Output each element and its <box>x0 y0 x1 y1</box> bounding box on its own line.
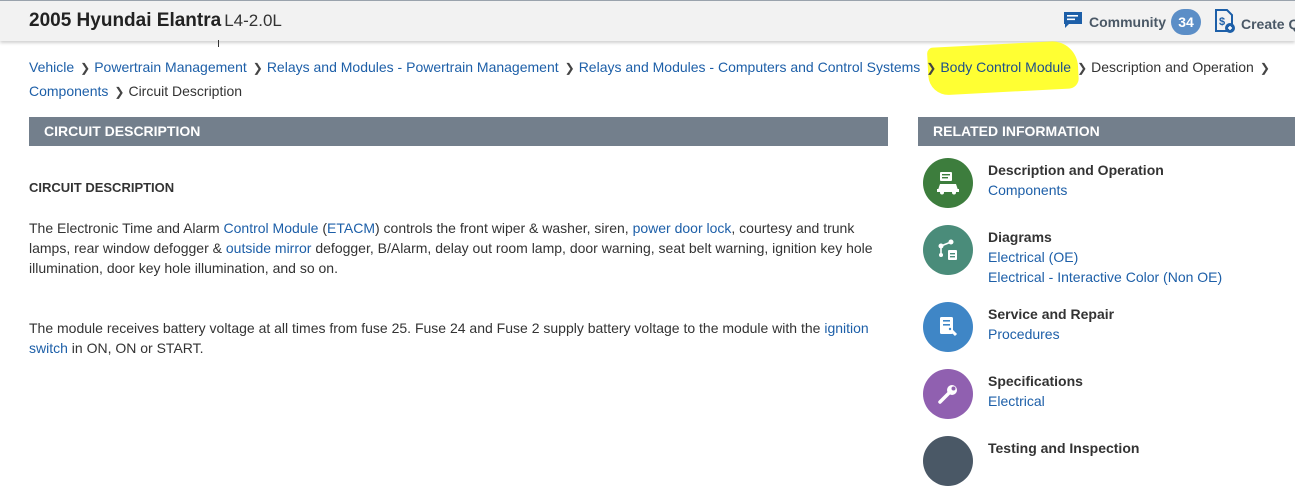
top-bar: 2005 Hyundai Elantra L4-2.0L Community 34… <box>0 0 1295 41</box>
text: The module receives battery voltage at a… <box>29 320 825 336</box>
create-question-button[interactable]: $ Create Q <box>1214 9 1295 38</box>
related-text: Specifications Electrical <box>988 371 1083 411</box>
text: The Electronic Time and Alarm <box>29 220 224 236</box>
chevron-right-icon: ❯ <box>926 61 937 75</box>
breadcrumb-relays-computers[interactable]: Relays and Modules - Computers and Contr… <box>579 59 921 75</box>
link-control-module[interactable]: Control Module <box>224 220 319 236</box>
text: ) controls the front wiper & washer, sir… <box>375 220 633 236</box>
wrench-icon[interactable] <box>923 369 973 419</box>
chat-icon <box>1063 11 1083 34</box>
breadcrumb-powertrain-management[interactable]: Powertrain Management <box>94 59 247 75</box>
related-title: Testing and Inspection <box>988 440 1140 456</box>
svg-text:$: $ <box>1219 16 1225 28</box>
related-text: Diagrams Electrical (OE) Electrical - In… <box>988 227 1222 287</box>
related-text: Description and Operation Components <box>988 160 1164 200</box>
diagram-icon[interactable] <box>923 225 973 275</box>
related-text: Service and Repair Procedures <box>988 304 1114 344</box>
chevron-right-icon: ❯ <box>252 61 263 75</box>
community-button[interactable]: Community 34 <box>1063 9 1201 35</box>
text: in ON, ON or START. <box>67 340 204 356</box>
link-power-door-lock[interactable]: power door lock <box>633 220 732 236</box>
breadcrumb-relays-powertrain[interactable]: Relays and Modules - Powertrain Manageme… <box>267 59 559 75</box>
related-info-header: RELATED INFORMATION <box>918 117 1295 146</box>
chevron-right-icon: ❯ <box>80 61 91 75</box>
create-label: Create Q <box>1241 15 1295 32</box>
breadcrumb: Vehicle ❯ Powertrain Management ❯ Relays and… <box>29 56 1279 104</box>
vehicle-name: 2005 Hyundai Elantra <box>29 10 222 31</box>
content-subtitle: CIRCUIT DESCRIPTION <box>29 180 175 195</box>
related-title: Specifications <box>988 373 1083 389</box>
related-link-electrical-oe[interactable]: Electrical (OE) <box>988 247 1222 267</box>
breadcrumb-components[interactable]: Components <box>29 83 108 99</box>
dollar-document-icon: $ <box>1214 9 1236 38</box>
related-title: Description and Operation <box>988 162 1164 178</box>
related-link-electrical[interactable]: Electrical <box>988 391 1083 411</box>
related-link-procedures[interactable]: Procedures <box>988 324 1114 344</box>
related-title: Diagrams <box>988 229 1052 245</box>
chevron-right-icon: ❯ <box>1259 61 1270 75</box>
chevron-right-icon: ❯ <box>564 61 575 75</box>
paragraph-1: The Electronic Time and Alarm Control Mo… <box>29 218 889 278</box>
related-text: Testing and Inspection <box>988 438 1139 458</box>
divider-mark <box>218 40 219 47</box>
main-content: CIRCUIT DESCRIPTION The Electronic Time … <box>29 178 889 358</box>
text: ( <box>318 220 328 236</box>
link-outside-mirror[interactable]: outside mirror <box>226 240 312 256</box>
vehicle-title[interactable]: 2005 Hyundai Elantra L4-2.0L <box>29 10 282 32</box>
related-title: Service and Repair <box>988 306 1115 322</box>
car-info-icon[interactable] <box>923 158 973 208</box>
breadcrumb-body-control-module[interactable]: Body Control Module <box>940 59 1071 75</box>
related-link-components[interactable]: Components <box>988 180 1164 200</box>
breadcrumb-description-operation: Description and Operation <box>1091 59 1254 75</box>
breadcrumb-current: Circuit Description <box>128 83 243 99</box>
engine-label: L4-2.0L <box>224 11 282 30</box>
breadcrumb-vehicle[interactable]: Vehicle <box>29 59 74 75</box>
community-count-badge: 34 <box>1171 9 1201 35</box>
chevron-right-icon: ❯ <box>1077 61 1088 75</box>
section-header: CIRCUIT DESCRIPTION <box>29 117 888 146</box>
paragraph-2: The module receives battery voltage at a… <box>29 318 889 358</box>
community-label: Community <box>1089 14 1166 30</box>
chevron-right-icon: ❯ <box>114 85 125 99</box>
link-etacm[interactable]: ETACM <box>327 220 375 236</box>
related-link-electrical-interactive[interactable]: Electrical - Interactive Color (Non OE) <box>988 267 1222 287</box>
service-icon[interactable] <box>923 302 973 352</box>
